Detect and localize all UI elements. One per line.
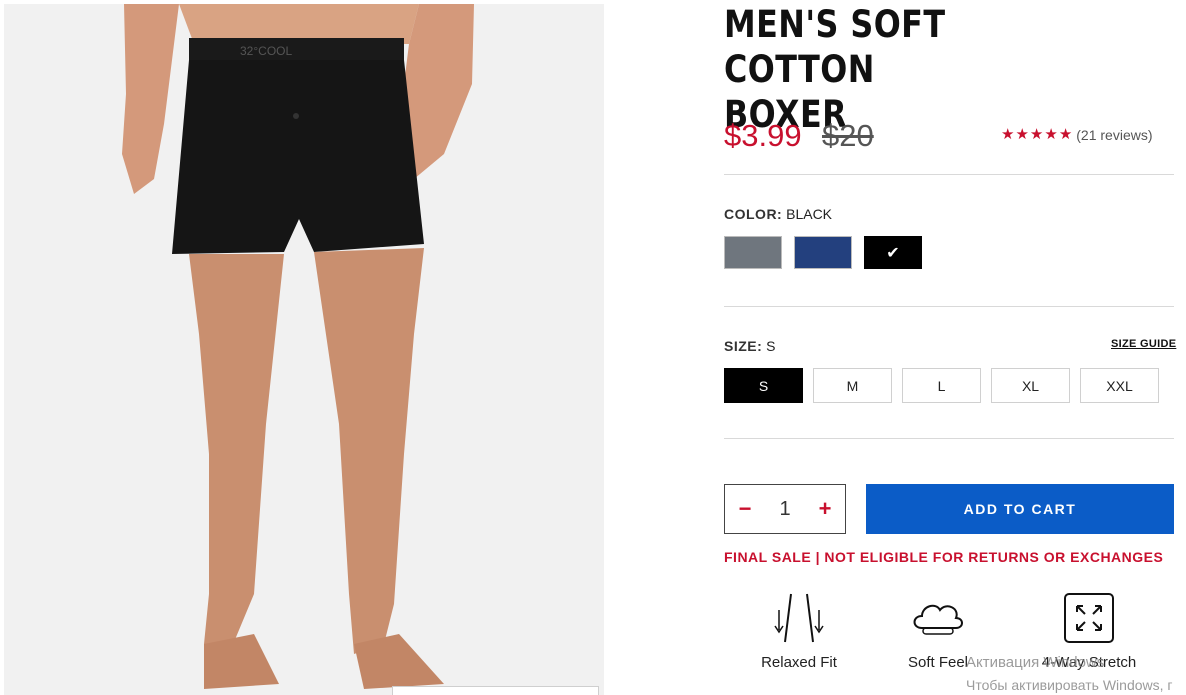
size-guide-link[interactable]: SIZE GUIDE [1111,338,1176,350]
decrease-quantity-button[interactable]: − [735,498,755,520]
size-option-xl[interactable]: XL [991,368,1070,403]
sale-price: $3.99 [724,118,802,153]
divider [724,306,1174,307]
final-sale-notice: FINAL SALE | NOT ELIGIBLE FOR RETURNS OR… [724,549,1164,565]
swatch-gray[interactable] [724,236,782,269]
color-selected-value: BLACK [786,206,833,222]
product-title: MEN'S SOFT COTTON BOXER [724,3,946,136]
size-option-l[interactable]: L [902,368,981,403]
size-label-key: SIZE: [724,338,763,354]
divider [724,174,1174,175]
rating[interactable]: ★ ★ ★ ★ ★ (21 reviews) [1001,125,1153,145]
feature-relaxed-fit: Relaxed Fit [739,590,859,671]
check-icon: ✔ [886,244,900,262]
divider [724,438,1174,439]
star-icon: ★ [1001,126,1015,143]
swatch-navy[interactable] [794,236,852,269]
review-count-link[interactable]: (21 reviews) [1076,127,1152,143]
star-icon: ★ [1029,126,1044,143]
increase-quantity-button[interactable]: + [815,498,835,520]
star-icon: ★ [1015,126,1029,143]
quantity-stepper: − 1 + [724,484,846,534]
add-to-cart-button[interactable]: ADD TO CART [866,484,1174,534]
os-activation-watermark-subtext: Чтобы активировать Windows, г [966,677,1173,693]
thumbnail-strip-edge [392,686,599,695]
size-option-s[interactable]: S [724,368,803,403]
color-label-key: COLOR: [724,206,783,222]
feature-label: Relaxed Fit [761,654,837,671]
star-icon: ★ [1058,126,1073,143]
stretch-arrows-icon [1064,593,1114,643]
color-label: COLOR: BLACK [724,206,832,222]
size-option-m[interactable]: M [813,368,892,403]
waistband-brand-text: 32°COOL [240,44,292,58]
size-label: SIZE: S [724,338,776,354]
star-icon: ★ [1044,126,1058,143]
product-image[interactable]: 32°COOL [4,4,604,695]
quantity-value[interactable]: 1 [779,498,790,521]
size-selected-value: S [766,338,776,354]
size-option-xxl[interactable]: XXL [1080,368,1159,403]
star-rating: ★ ★ ★ ★ ★ [1001,126,1072,144]
relaxed-fit-icon [774,593,824,643]
swatch-black[interactable]: ✔ [864,236,922,269]
original-price: $20 [822,118,874,153]
os-activation-watermark: Активация Windows [966,654,1105,671]
cloud-icon [913,604,963,635]
